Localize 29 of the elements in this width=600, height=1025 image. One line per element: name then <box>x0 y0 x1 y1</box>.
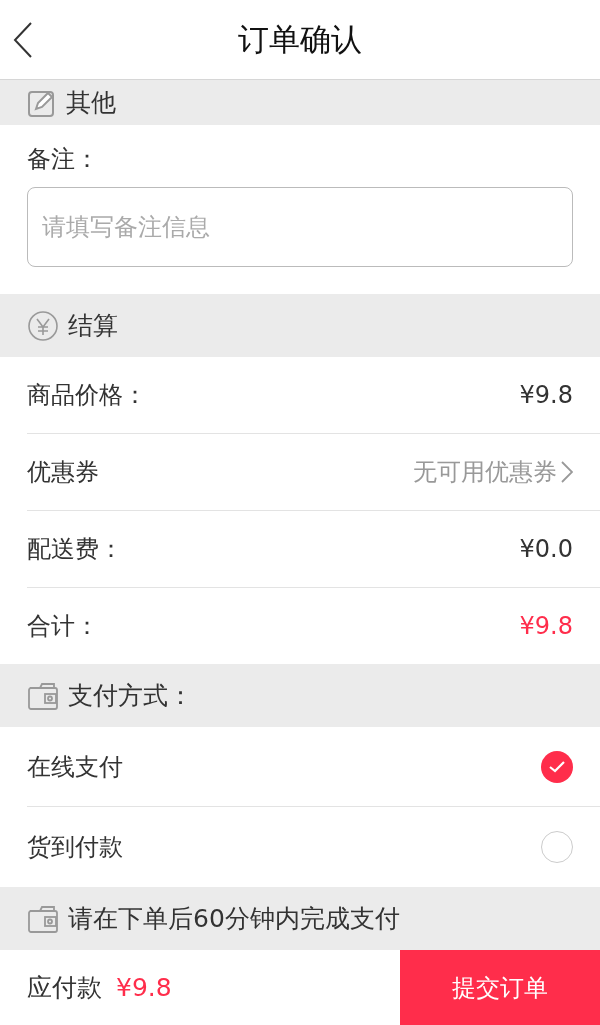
payment-option-label: 在线支付 <box>27 751 123 783</box>
wallet-icon <box>28 904 58 933</box>
wallet-icon <box>28 681 58 710</box>
row-value: ¥9.8 <box>519 381 573 409</box>
amount-due-value: ¥9.8 <box>116 973 172 1002</box>
amount-due-label: 应付款 <box>27 972 102 1004</box>
submit-order-button[interactable]: 提交订单 <box>400 950 600 1025</box>
payment-option-label: 货到付款 <box>27 832 123 863</box>
section-title: 请在下单后60分钟内完成支付 <box>68 903 400 935</box>
row-label: 配送费： <box>27 534 123 565</box>
chevron-icon <box>561 461 573 483</box>
coupon-link[interactable]: 无可用优惠券 <box>413 456 573 488</box>
section-title: 其他 <box>66 87 116 119</box>
remark-field[interactable]: 请填写备注信息 <box>27 187 573 267</box>
edit-icon <box>28 88 56 117</box>
section-title: 结算 <box>68 310 118 342</box>
row-value: ¥0.0 <box>519 535 573 563</box>
row-label: 合计： <box>27 611 99 642</box>
row-value: ¥9.8 <box>519 612 573 640</box>
row-label: 优惠券 <box>27 457 99 488</box>
remark-label: 备注： <box>27 144 100 175</box>
page-title: 订单确认 <box>238 19 362 59</box>
section-title: 支付方式： <box>68 680 193 712</box>
yen-icon <box>28 310 58 341</box>
radio-button[interactable] <box>541 750 573 783</box>
row-label: 商品价格： <box>27 380 147 411</box>
radio-button[interactable] <box>541 831 573 863</box>
back-icon <box>13 22 33 58</box>
check-icon <box>549 760 565 773</box>
